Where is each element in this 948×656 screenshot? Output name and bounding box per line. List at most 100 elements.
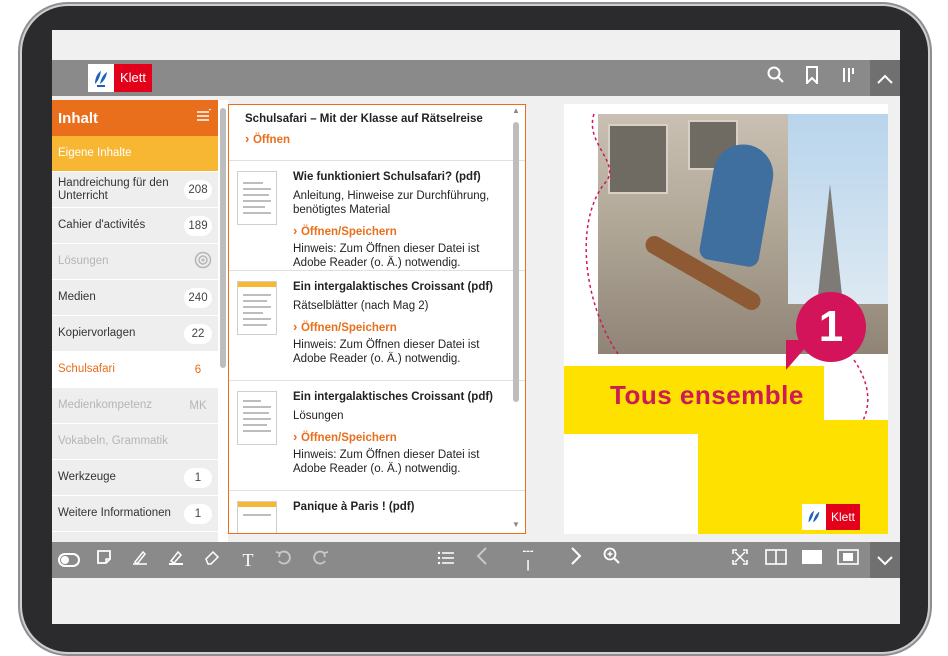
content-panel: Schulsafari – Mit der Klasse auf Rätselr… (228, 104, 526, 534)
double-page-icon[interactable] (762, 546, 790, 574)
content-scrollbar[interactable]: ▲ ▼ (512, 106, 520, 529)
collapse-down-icon[interactable] (870, 542, 900, 578)
sidebar-item-label: Eigene Inhalte (58, 147, 132, 159)
previous-page-icon[interactable] (468, 546, 496, 574)
sidebar-item-loesungen: Lösungen (52, 244, 218, 280)
sidebar-item-kopiervorlagen[interactable]: Kopiervorlagen 22 (52, 316, 218, 352)
document-thumbnail (237, 171, 277, 225)
open-link[interactable]: Öffnen (245, 131, 515, 146)
sidebar-item-weitere-informationen[interactable]: Weitere Informationen 1 (52, 496, 218, 532)
bookmark-icon[interactable] (798, 64, 826, 92)
sidebar-item-label: Medienkompetenz (58, 399, 152, 411)
collapse-up-icon[interactable] (870, 60, 900, 96)
count-badge: MK (189, 399, 207, 412)
entry-title: Panique à Paris ! (pdf) (293, 501, 415, 513)
search-icon[interactable] (762, 64, 790, 92)
locked-target-icon (194, 251, 212, 272)
sidebar-item-medien[interactable]: Medien 240 (52, 280, 218, 316)
sidebar-item-label: Schulsafari (58, 363, 115, 375)
entry-description: Lösungen (293, 410, 344, 422)
entry-description: Rätselblätter (nach Mag 2) (293, 300, 429, 312)
entry-title: Ein intergalaktisches Croissant (pdf) (293, 391, 494, 403)
sidebar-item-label: Vokabeln, Grammatik (58, 435, 168, 447)
sidebar-scrollbar-thumb[interactable] (220, 108, 226, 368)
entry-title: Wie funktioniert Schulsafari? (pdf) (293, 171, 481, 183)
klett-logo-text: Klett (114, 64, 153, 92)
sidebar-item-werkzeuge[interactable]: Werkzeuge 1 (52, 460, 218, 496)
page-indicator-top: --- (522, 545, 534, 557)
sidebar-item-schulsafari[interactable]: Schulsafari 6 (52, 352, 218, 388)
cover-klett-logo: Klett (802, 504, 861, 530)
fit-page-icon[interactable] (834, 546, 862, 574)
count-badge: 6 (194, 363, 202, 376)
book-cover-page[interactable]: 1 Tous ensemble Klett (564, 104, 888, 534)
sidebar-scrollbar[interactable]: ▼ (218, 100, 228, 554)
annotation-toggle[interactable] (58, 553, 80, 567)
sticky-note-icon[interactable] (90, 546, 118, 574)
entry-note: Hinweis: Zum Öffnen dieser Datei ist Ado… (293, 339, 480, 365)
count-badge: 240 (184, 287, 212, 308)
next-page-icon[interactable] (562, 546, 590, 574)
sidebar-item-vokabeln: Vokabeln, Grammatik (52, 424, 218, 460)
sidebar-item-label: Werkzeuge (58, 471, 116, 483)
cover-title: Tous ensemble (610, 380, 804, 410)
pen-icon[interactable] (126, 546, 154, 574)
sidebar-header: Inhalt (52, 100, 218, 136)
eraser-icon[interactable] (198, 546, 226, 574)
text-tool-icon[interactable]: T (234, 546, 262, 574)
sidebar-item-cahier[interactable]: Cahier d'activités 189 (52, 208, 218, 244)
undo-icon[interactable] (270, 546, 298, 574)
document-thumbnail (237, 391, 277, 445)
scroll-down-icon[interactable]: ▼ (512, 520, 520, 529)
open-save-link[interactable]: Öffnen/Speichern (293, 429, 511, 444)
highlighter-icon[interactable] (162, 546, 190, 574)
hamburger-menu-icon[interactable] (196, 108, 212, 127)
open-save-link[interactable]: Öffnen/Speichern (293, 223, 511, 238)
content-header: Schulsafari – Mit der Klasse auf Rätselr… (229, 105, 525, 161)
entry-title: Ein intergalaktisches Croissant (pdf) (293, 281, 494, 293)
entry-description: Anleitung, Hinweise zur Durchführung, be… (293, 190, 490, 216)
count-badge: 22 (184, 323, 212, 344)
entry-note: Hinweis: Zum Öffnen dieser Datei ist Ado… (293, 449, 480, 475)
sidebar-item-medienkompetenz: Medienkompetenz MK (52, 388, 218, 424)
sidebar-item-label: Kopiervorlagen (58, 327, 136, 339)
document-thumbnail (237, 281, 277, 335)
top-toolbar: Klett (52, 60, 900, 96)
content-sidebar: Inhalt Eigene Inhalte Handreichung für d… (52, 100, 218, 554)
list-item: Panique à Paris ! (pdf) (229, 491, 525, 533)
zoom-in-icon[interactable] (598, 546, 626, 574)
app-screen: Klett Inhalt Eigene Inhalte Handreichung… (52, 30, 900, 624)
count-badge: 208 (184, 179, 212, 200)
sidebar-item-label: Medien (58, 291, 96, 303)
klett-leaf-icon (802, 504, 826, 530)
sidebar-item-label: Handreichung für den Unterricht (58, 176, 169, 202)
count-badge: 1 (184, 467, 212, 488)
count-badge: 189 (184, 215, 212, 236)
sidebar-item-eigene-inhalte[interactable]: Eigene Inhalte (52, 136, 218, 172)
column-icon[interactable] (834, 64, 862, 92)
content-title: Schulsafari – Mit der Klasse auf Rätselr… (245, 113, 483, 125)
entry-note: Hinweis: Zum Öffnen dieser Datei ist Ado… (293, 243, 480, 269)
bottom-toolbar: T --- | (52, 542, 900, 578)
open-save-link[interactable]: Öffnen/Speichern (293, 319, 511, 334)
content-scrollbar-thumb[interactable] (513, 122, 519, 402)
page-indicator-bottom: | (526, 559, 530, 571)
count-badge: 1 (184, 503, 212, 524)
redo-icon[interactable] (306, 546, 334, 574)
sidebar-item-label: Weitere Informationen (58, 507, 171, 519)
list-item: Wie funktioniert Schulsafari? (pdf) Anle… (229, 161, 525, 271)
klett-logo[interactable]: Klett (88, 64, 153, 92)
list-item: Ein intergalaktisches Croissant (pdf) Lö… (229, 381, 525, 491)
volume-number-badge: 1 (796, 292, 866, 362)
sidebar-item-handreichung[interactable]: Handreichung für den Unterricht 208 (52, 172, 218, 208)
cover-logo-text: Klett (826, 504, 861, 530)
klett-leaf-icon (88, 64, 114, 92)
single-page-icon[interactable] (798, 546, 826, 574)
list-view-icon[interactable] (432, 546, 460, 574)
sidebar-item-label: Lösungen (58, 255, 109, 267)
fullscreen-icon[interactable] (726, 546, 754, 574)
sidebar-item-label: Cahier d'activités (58, 219, 146, 231)
page-indicator[interactable]: --- | (514, 544, 542, 572)
scroll-up-icon[interactable]: ▲ (512, 106, 520, 115)
document-thumbnail (237, 501, 277, 533)
